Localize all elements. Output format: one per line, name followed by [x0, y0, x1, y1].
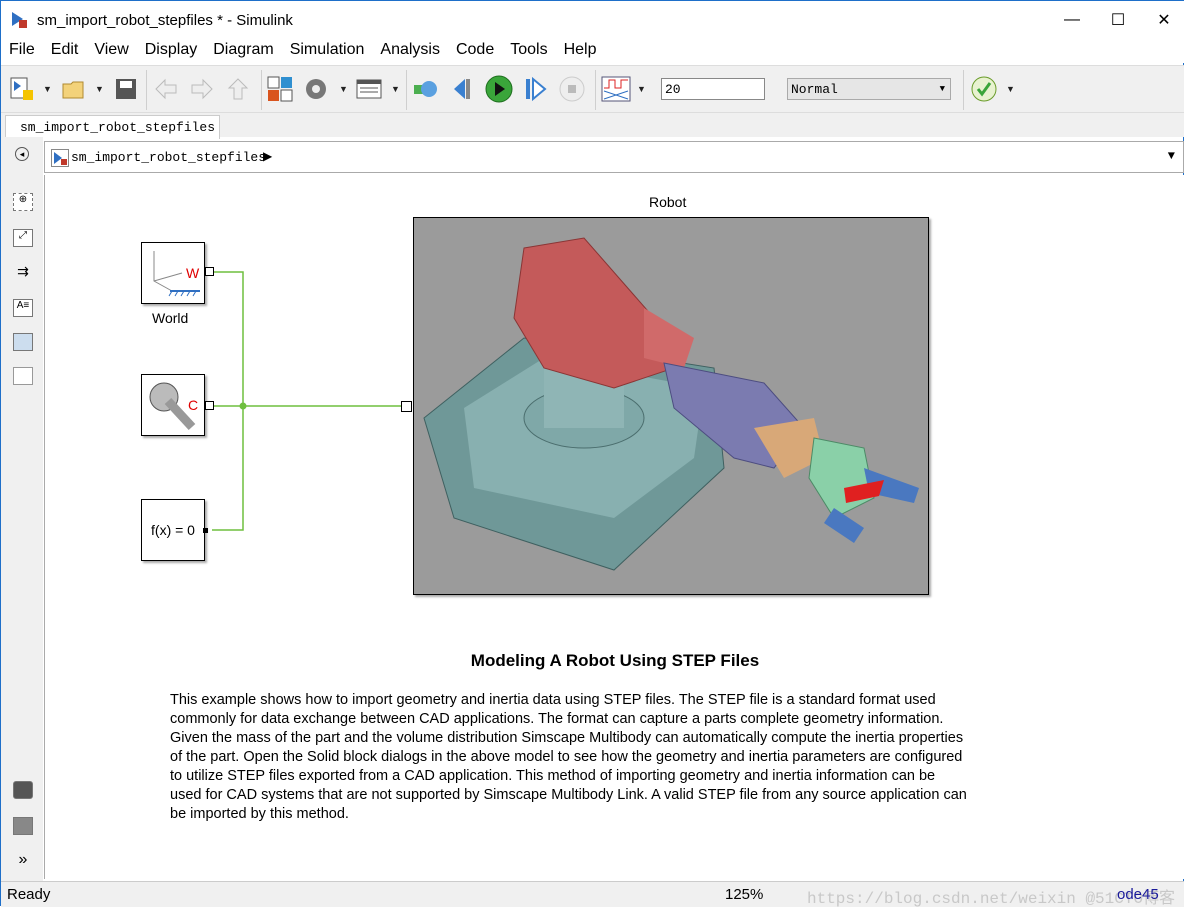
- advisor-dropdown-icon[interactable]: ▼: [1006, 84, 1015, 94]
- annotation-title: Modeling A Robot Using STEP Files: [470, 651, 760, 670]
- arrow-direction-icon[interactable]: ⇉: [13, 263, 33, 281]
- simulink-logo-icon: [12, 12, 27, 28]
- fit-to-view-icon[interactable]: ⤢: [13, 229, 33, 247]
- annotation-icon[interactable]: A≡: [13, 299, 33, 317]
- new-dropdown-icon[interactable]: ▼: [43, 84, 52, 94]
- world-block[interactable]: W: [141, 242, 205, 304]
- expand-icon[interactable]: »: [13, 851, 33, 869]
- annotation-body: This example shows how to import geometr…: [170, 691, 1040, 824]
- close-button[interactable]: ✕: [1141, 1, 1184, 39]
- menu-help[interactable]: Help: [556, 39, 605, 63]
- model-icon: [51, 149, 69, 167]
- chevron-down-icon: ▼: [939, 84, 945, 94]
- signal-logging-icon[interactable]: [601, 76, 631, 102]
- menu-diagram[interactable]: Diagram: [205, 39, 281, 63]
- menu-file[interactable]: File: [1, 39, 43, 63]
- tab-bar: sm_import_robot_stepfiles: [1, 113, 1184, 139]
- settings-dropdown-icon[interactable]: ▼: [339, 84, 348, 94]
- minimize-button[interactable]: —: [1049, 1, 1095, 39]
- maximize-button[interactable]: ☐: [1095, 1, 1141, 39]
- solver-name-link[interactable]: ode45: [1117, 886, 1159, 903]
- hide-explorer-icon[interactable]: ◂: [15, 147, 29, 161]
- menu-tools[interactable]: Tools: [502, 39, 555, 63]
- menu-display[interactable]: Display: [137, 39, 205, 63]
- config-port[interactable]: [205, 401, 214, 410]
- solver-config-text: f(x) = 0: [151, 522, 195, 538]
- save-icon[interactable]: [113, 76, 139, 102]
- world-port-letter: W: [186, 265, 200, 281]
- menu-view[interactable]: View: [86, 39, 136, 63]
- title-bar: sm_import_robot_stepfiles * - Simulink —…: [1, 1, 1184, 39]
- up-arrow-icon[interactable]: [225, 76, 251, 102]
- step-forward-icon[interactable]: [523, 76, 549, 102]
- step-back-icon[interactable]: [451, 76, 477, 102]
- menu-analysis[interactable]: Analysis: [372, 39, 448, 63]
- robot-label: Robot: [649, 194, 687, 210]
- status-bar: Ready 125% https://blog.csdn.net/weixin …: [1, 881, 1184, 908]
- new-model-icon[interactable]: [9, 76, 35, 102]
- explorer-dropdown-icon[interactable]: ▼: [391, 84, 400, 94]
- toolbar: ▼ ▼ ▼ ▼ ▼ Normal ▼ ▼: [1, 65, 1184, 113]
- area-icon[interactable]: [13, 367, 33, 385]
- screenshot-camera-icon[interactable]: [13, 781, 33, 799]
- image-icon[interactable]: [13, 333, 33, 351]
- annotation-line: commonly for data exchange between CAD a…: [170, 711, 944, 727]
- breadcrumb-dropdown-icon[interactable]: ▼: [1168, 149, 1175, 163]
- menu-simulation[interactable]: Simulation: [282, 39, 373, 63]
- annotation-line: This example shows how to import geometr…: [170, 692, 936, 708]
- world-port[interactable]: [205, 267, 214, 276]
- annotation-line: used for CAD systems that are not suppor…: [170, 787, 967, 803]
- logging-dropdown-icon[interactable]: ▼: [637, 84, 646, 94]
- model-canvas[interactable]: W World C f(x) = 0 Robot Modeling A Robo…: [44, 175, 1184, 879]
- mechanism-config-block[interactable]: C: [141, 374, 205, 436]
- menu-bar: File Edit View Display Diagram Simulatio…: [1, 39, 1184, 63]
- forward-arrow-icon[interactable]: [189, 76, 215, 102]
- robot-subsystem-block[interactable]: [413, 217, 929, 595]
- simulation-mode-value: Normal: [791, 82, 838, 97]
- model-explorer-icon[interactable]: [356, 76, 382, 102]
- menu-edit[interactable]: Edit: [43, 39, 87, 63]
- window-title: sm_import_robot_stepfiles * - Simulink: [37, 11, 293, 29]
- breadcrumb-model[interactable]: sm_import_robot_stepfiles: [71, 150, 266, 165]
- tab-model[interactable]: sm_import_robot_stepfiles: [5, 115, 220, 139]
- breadcrumb: sm_import_robot_stepfiles ▶ ▼: [44, 141, 1184, 173]
- robot-render-image: [423, 237, 919, 571]
- run-icon[interactable]: [485, 75, 513, 103]
- solver-config-block[interactable]: f(x) = 0: [141, 499, 205, 561]
- annotation-line: Given the mass of the part and the volum…: [170, 730, 964, 746]
- annotation-line: be imported by this method.: [170, 806, 349, 822]
- robot-port[interactable]: [401, 401, 412, 412]
- open-folder-icon[interactable]: [61, 76, 87, 102]
- open-dropdown-icon[interactable]: ▼: [95, 84, 104, 94]
- caret-right-icon[interactable]: ▶: [263, 149, 272, 164]
- world-label: World: [152, 310, 189, 326]
- annotation-line: to utilize STEP files exported from a CA…: [170, 768, 936, 784]
- update-model-icon[interactable]: [413, 76, 439, 102]
- stop-time-input[interactable]: [661, 78, 765, 100]
- settings-gear-icon[interactable]: [303, 76, 329, 102]
- stop-icon[interactable]: [559, 76, 585, 102]
- status-text: Ready: [7, 886, 51, 903]
- simulation-mode-select[interactable]: Normal ▼: [787, 78, 951, 100]
- left-palette: ◂ ⊕ ⤢ ⇉ A≡ »: [1, 137, 43, 881]
- zoom-in-icon[interactable]: ⊕: [13, 193, 33, 211]
- menu-code[interactable]: Code: [448, 39, 502, 63]
- zoom-level: 125%: [725, 886, 764, 903]
- model-browser-icon[interactable]: [13, 817, 33, 835]
- solver-port[interactable]: [203, 528, 208, 533]
- model-advisor-check-icon[interactable]: [971, 76, 997, 102]
- library-browser-icon[interactable]: [267, 76, 293, 102]
- annotation-line: of the part. Open the Solid block dialog…: [170, 749, 963, 765]
- back-arrow-icon[interactable]: [153, 76, 179, 102]
- config-port-letter: C: [188, 397, 199, 413]
